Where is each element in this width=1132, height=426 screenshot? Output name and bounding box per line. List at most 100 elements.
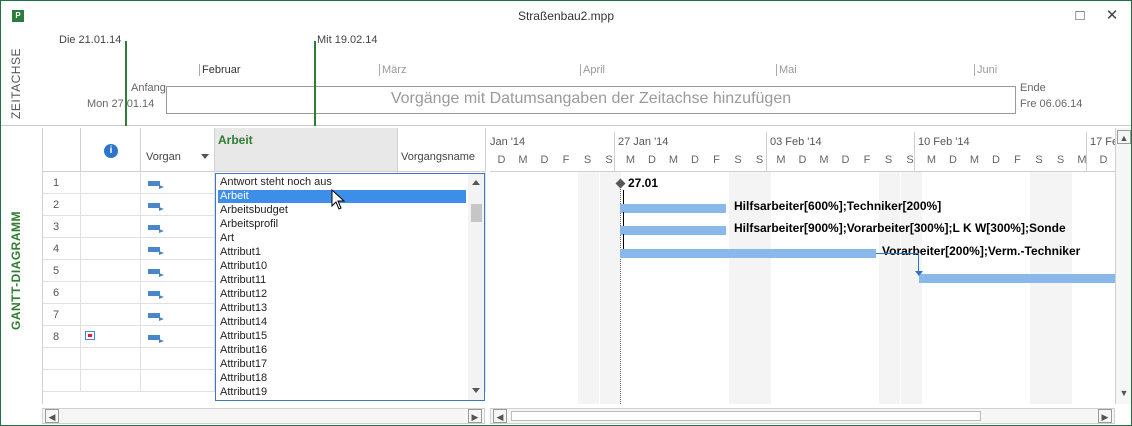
- chevron-up-icon[interactable]: ▲: [1117, 130, 1131, 144]
- timescale-day-label: D: [497, 154, 506, 166]
- task-mode-cell[interactable]: [141, 348, 215, 370]
- indicator-column-header[interactable]: i: [81, 128, 141, 172]
- row-header-corner[interactable]: [43, 128, 81, 172]
- field-dropdown-list[interactable]: Antwort steht noch aus Arbeit Arbeitsbudge…: [215, 173, 485, 401]
- task-mode-cell[interactable]: [141, 194, 215, 216]
- task-bar[interactable]: [620, 226, 726, 235]
- timescale-day-label: S: [906, 154, 914, 166]
- task-bar[interactable]: [919, 274, 1115, 283]
- timescale-day-label: D: [648, 154, 656, 166]
- dropdown-item[interactable]: Attribut18: [218, 372, 466, 385]
- task-bar-label: Vorarbeiter[200%];Verm.-Techniker: [882, 244, 1081, 258]
- timeline-month-tick: [379, 64, 380, 76]
- indicator-cell: [81, 194, 141, 216]
- row-number[interactable]: 4: [43, 238, 81, 260]
- dropdown-item[interactable]: Arbeitsprofil: [218, 218, 466, 231]
- close-button[interactable]: ✕: [1101, 6, 1123, 26]
- row-number[interactable]: 7: [43, 304, 81, 326]
- chevron-down-icon[interactable]: [472, 388, 480, 393]
- dropdown-item[interactable]: Attribut12: [218, 288, 466, 301]
- timescale-day-label: S: [755, 154, 764, 166]
- task-name-column-header[interactable]: Vorgangsname: [398, 128, 486, 172]
- row-number[interactable]: 5: [43, 260, 81, 282]
- timescale-day-label: D: [949, 154, 957, 166]
- indicator-cell: [81, 238, 141, 260]
- chevron-left-icon[interactable]: ◀: [493, 409, 507, 423]
- task-mode-column-header[interactable]: Vorgan: [141, 128, 215, 172]
- row-number[interactable]: 1: [43, 172, 81, 194]
- maximize-button[interactable]: □: [1069, 6, 1091, 26]
- row-number[interactable]: 6: [43, 282, 81, 304]
- dropdown-item[interactable]: Attribut13: [218, 302, 466, 315]
- dropdown-item[interactable]: Attribut14: [218, 316, 466, 329]
- task-mode-cell[interactable]: [141, 326, 215, 348]
- task-mode-cell[interactable]: [141, 282, 215, 304]
- timeline-month: März: [382, 64, 407, 76]
- task-bar[interactable]: [620, 249, 876, 258]
- task-mode-cell[interactable]: [141, 370, 215, 392]
- chart-horizontal-scrollbar[interactable]: ◀ ▶: [490, 408, 1115, 424]
- dropdown-item[interactable]: Attribut11: [218, 274, 466, 287]
- row-number[interactable]: 3: [43, 216, 81, 238]
- dropdown-scroll-thumb[interactable]: [471, 204, 482, 222]
- chevron-right-icon[interactable]: ▶: [468, 409, 482, 423]
- dropdown-item[interactable]: Attribut1: [218, 246, 466, 259]
- timeline-pane[interactable]: ZEITACHSE Die 21.01.14 Mit 19.02.14 Anfa…: [1, 31, 1131, 126]
- table-horizontal-scrollbar[interactable]: ◀ ▶: [42, 408, 485, 424]
- timeline-start-marker: [125, 41, 127, 126]
- dropdown-item[interactable]: Attribut10: [218, 260, 466, 273]
- dropdown-item[interactable]: Attribut19: [218, 386, 466, 399]
- row-number[interactable]: 8: [43, 326, 81, 348]
- weekend-column: [1029, 172, 1051, 404]
- timeline-placeholder: Vorgänge mit Datumsangaben der Zeitachse…: [390, 90, 792, 107]
- timeline-current-date-marker: [314, 41, 316, 126]
- dropdown-item[interactable]: Attribut16: [218, 344, 466, 357]
- chevron-up-icon[interactable]: [472, 180, 480, 185]
- chevron-right-icon[interactable]: ▶: [1098, 409, 1112, 423]
- dropdown-item[interactable]: Attribut15: [218, 330, 466, 343]
- dropdown-item[interactable]: Attribut17: [218, 358, 466, 371]
- indicator-cell: [81, 260, 141, 282]
- task-name-column-label: Vorgangsname: [401, 151, 475, 163]
- timescale-week-label: 03 Feb '14: [770, 136, 822, 148]
- timeline-month-tick: [580, 64, 581, 76]
- new-column-header[interactable]: Arbeit: [215, 128, 398, 172]
- auto-scheduled-task-icon: [148, 268, 164, 277]
- row-number[interactable]: [43, 348, 81, 370]
- info-icon: i: [104, 144, 118, 158]
- task-bar[interactable]: [620, 204, 726, 213]
- dependency-link: [623, 212, 624, 226]
- timescale-day-label: M: [625, 154, 636, 166]
- week-separator: [614, 132, 615, 172]
- dropdown-item[interactable]: Art: [218, 232, 466, 245]
- week-separator: [1086, 132, 1087, 172]
- dropdown-scrollbar[interactable]: [468, 174, 484, 400]
- auto-scheduled-task-icon: [148, 246, 164, 255]
- timeline-start-date: Die 21.01.14: [59, 34, 122, 46]
- timescale-day-label: S: [1056, 154, 1065, 166]
- task-mode-cell[interactable]: [141, 216, 215, 238]
- chevron-down-icon[interactable]: ▼: [1117, 386, 1131, 400]
- chart-scroll-thumb[interactable]: [511, 411, 981, 421]
- timeline-month-tick: [776, 64, 777, 76]
- task-mode-cell[interactable]: [141, 172, 215, 194]
- row-number[interactable]: 2: [43, 194, 81, 216]
- chevron-down-icon[interactable]: [201, 154, 209, 159]
- timescale-day-label: M: [969, 154, 980, 166]
- task-mode-cell[interactable]: [141, 238, 215, 260]
- task-mode-cell[interactable]: [141, 304, 215, 326]
- dropdown-item[interactable]: Antwort steht noch aus: [218, 176, 466, 189]
- auto-scheduled-task-icon: [148, 202, 164, 211]
- dependency-link: [876, 253, 919, 254]
- auto-scheduled-task-icon: [148, 180, 164, 189]
- row-number[interactable]: [43, 370, 81, 392]
- chevron-left-icon[interactable]: ◀: [45, 409, 59, 423]
- gantt-chart[interactable]: Jan '14 27 Jan '14 03 Feb '14 10 Feb '14 17 …: [490, 128, 1115, 404]
- chart-vertical-scrollbar[interactable]: ▲ ▼: [1115, 128, 1131, 404]
- task-mode-cell[interactable]: [141, 260, 215, 282]
- task-bar-label: Hilfsarbeiter[900%];Vorarbeiter[300%];L …: [734, 221, 1066, 235]
- auto-scheduled-task-icon: [148, 334, 164, 343]
- timescale-day-label: F: [562, 154, 570, 166]
- mouse-cursor-icon: [331, 189, 346, 210]
- week-separator: [914, 132, 915, 172]
